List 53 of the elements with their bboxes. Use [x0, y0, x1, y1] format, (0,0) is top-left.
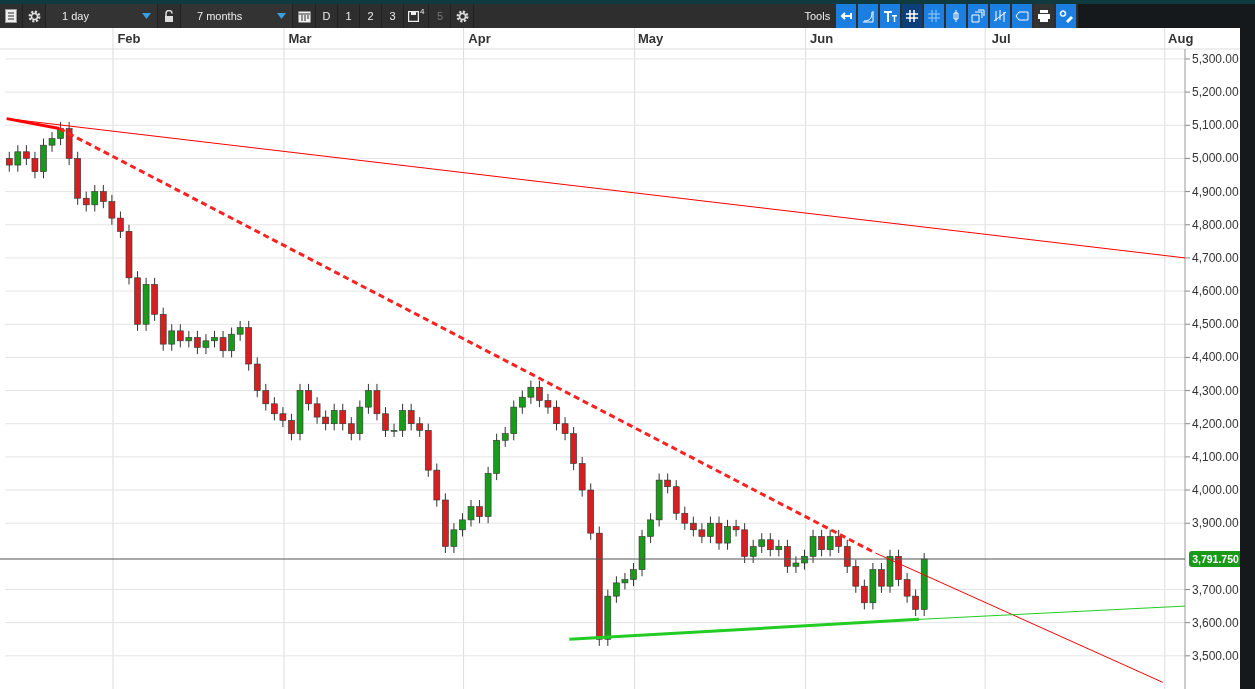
tools-label: Tools — [804, 9, 832, 24]
grid-pencil-icon — [927, 9, 942, 23]
text-tool-button[interactable] — [880, 4, 901, 28]
price-axis-label: 4,900.00 — [1192, 184, 1239, 199]
bars-tool-button[interactable] — [990, 4, 1011, 28]
last-price-badge: 3,791.750 — [1189, 551, 1240, 567]
range-dropdown[interactable]: 7 months — [181, 4, 293, 28]
text-icon — [883, 9, 898, 23]
curve-tool-button[interactable] — [858, 4, 879, 28]
price-axis-label: 4,300.00 — [1192, 383, 1239, 398]
month-label: Jun — [810, 31, 834, 46]
windows-tool-button[interactable] — [968, 4, 989, 28]
draw-tool-button[interactable] — [924, 4, 945, 28]
price-axis-label: 4,100.00 — [1192, 449, 1239, 464]
price-axis-label: 5,200.00 — [1192, 85, 1239, 100]
price-axis-label: 3,600.00 — [1192, 615, 1239, 630]
price-axis-label: 5,100.00 — [1192, 118, 1239, 133]
price-axis-label: 4,000.00 — [1192, 483, 1239, 498]
price-axis-label: 4,500.00 — [1192, 317, 1239, 332]
month-label: Apr — [468, 31, 491, 46]
price-axis-label: 4,700.00 — [1192, 250, 1239, 265]
save-count: 4 — [420, 7, 425, 16]
grid-icon — [905, 9, 920, 23]
printer-icon — [1037, 9, 1052, 23]
month-label: Jul — [991, 31, 1011, 46]
tag-tool-button[interactable] — [1012, 4, 1033, 28]
month-label: Feb — [117, 31, 141, 46]
month-label: May — [637, 31, 664, 46]
curve-icon — [861, 9, 876, 23]
price-axis-label: 4,200.00 — [1192, 416, 1239, 431]
save-icon[interactable] — [408, 10, 419, 22]
grid-tool-button[interactable] — [902, 4, 923, 28]
price-axis-label: 4,400.00 — [1192, 350, 1239, 365]
price-axis-label: 3,500.00 — [1192, 648, 1239, 663]
month-label: Aug — [1168, 31, 1194, 46]
price-axis-label: 4,600.00 — [1192, 284, 1239, 299]
price-axis-label: 3,900.00 — [1192, 516, 1239, 531]
price-axis-label: 3,700.00 — [1192, 582, 1239, 597]
candle-tool-button[interactable] — [946, 4, 967, 28]
price-axis-label: 4,800.00 — [1192, 217, 1239, 232]
price-axis-label: 5,000.00 — [1192, 151, 1239, 166]
windows-icon — [971, 9, 986, 23]
back-tool-button[interactable] — [836, 4, 857, 28]
tag-icon — [1015, 9, 1030, 23]
settings-tool-button[interactable] — [1056, 4, 1077, 28]
gear-pencil-icon — [1059, 9, 1074, 23]
month-label: Mar — [288, 31, 312, 46]
caret-icon — [277, 13, 286, 19]
interval-dropdown[interactable]: 1 day — [46, 4, 158, 28]
bars-icon — [993, 9, 1008, 23]
print-tool-button[interactable] — [1034, 4, 1055, 28]
price-axis-label: 5,300.00 — [1192, 51, 1239, 66]
caret-icon — [142, 13, 151, 19]
